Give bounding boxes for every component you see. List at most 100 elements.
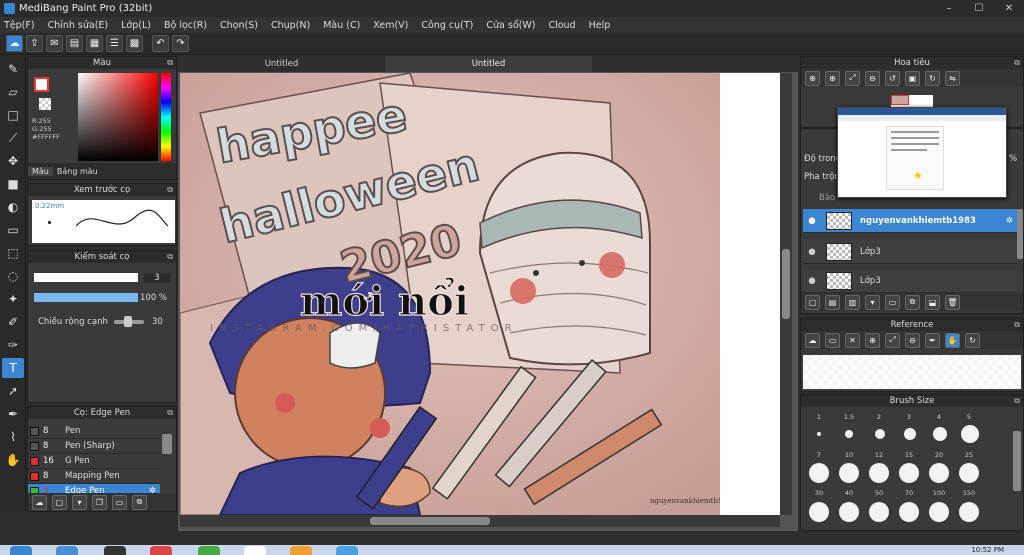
move-tool-icon[interactable]: ✥: [2, 151, 24, 171]
duplicate-layer-icon[interactable]: ⧉: [905, 294, 920, 310]
brush-item[interactable]: 8 Pen (Sharp): [28, 439, 160, 454]
brush-opacity-bar[interactable]: [34, 293, 138, 302]
gradient-tool-icon[interactable]: ▭: [2, 220, 24, 240]
close-reference-icon[interactable]: ✕: [845, 332, 860, 348]
scroll-thumb[interactable]: [782, 249, 790, 319]
document-icon[interactable]: ▤: [66, 35, 83, 52]
panel-expand-icon[interactable]: ⧉: [167, 184, 173, 196]
folder-icon[interactable]: ▭: [112, 494, 127, 510]
layer-row[interactable]: ● Lớp3: [803, 240, 1017, 264]
taskbar-app-icon[interactable]: [150, 546, 172, 555]
new-layer-halftone-icon[interactable]: ▤: [825, 294, 840, 310]
panel-expand-icon[interactable]: ⧉: [167, 251, 173, 263]
maximize-button[interactable]: ☐: [964, 0, 994, 17]
new-brush-icon[interactable]: ▢: [52, 494, 67, 510]
upload-icon[interactable]: ⇪: [26, 35, 43, 52]
panel-icon[interactable]: ▦: [86, 35, 103, 52]
flip-icon[interactable]: ⇋: [945, 70, 960, 86]
hue-slider[interactable]: [161, 73, 171, 161]
select-eraser-icon[interactable]: ✑: [2, 335, 24, 355]
layer-row[interactable]: ● Lớp3: [803, 269, 1017, 293]
close-button[interactable]: ✕: [994, 0, 1024, 17]
line-tool-icon[interactable]: ⟋: [2, 128, 24, 148]
comment-icon[interactable]: ✉: [46, 35, 63, 52]
select-rect-icon[interactable]: ⬚: [2, 243, 24, 263]
brush-item[interactable]: 8 Mapping Pen: [28, 469, 160, 484]
menu-cloud[interactable]: Cloud: [548, 20, 575, 31]
size-dot[interactable]: [817, 432, 821, 436]
tab-document-2[interactable]: Untitled: [385, 56, 592, 72]
size-dot[interactable]: [929, 463, 949, 483]
visibility-icon[interactable]: ●: [806, 276, 818, 286]
menu-select[interactable]: Chọn(S): [220, 20, 258, 31]
foreground-color-swatch[interactable]: [34, 77, 49, 92]
panel-expand-icon[interactable]: ⧉: [1014, 319, 1020, 331]
operation-tool-icon[interactable]: ➚: [2, 381, 24, 401]
dropper-icon[interactable]: ✒: [925, 332, 940, 348]
rotate-left-icon[interactable]: ↺: [885, 70, 900, 86]
taskbar-app-icon[interactable]: [104, 546, 126, 555]
canvas-horizontal-scrollbar[interactable]: [180, 515, 780, 527]
size-dot[interactable]: [933, 427, 947, 441]
size-dot[interactable]: [959, 463, 979, 483]
trash-icon[interactable]: 🗑: [945, 294, 960, 310]
tab-color[interactable]: Màu: [28, 166, 53, 176]
menu-view[interactable]: Xem(V): [373, 20, 408, 31]
menu-color[interactable]: Màu (C): [323, 20, 360, 31]
grid-icon[interactable]: ▩: [126, 35, 143, 52]
zoom-in-icon[interactable]: ⊕: [865, 332, 880, 348]
lasso-tool-icon[interactable]: ◌: [2, 266, 24, 286]
taskbar-app-icon[interactable]: [290, 546, 312, 555]
scroll-thumb[interactable]: [370, 517, 490, 525]
dropper-tool-icon[interactable]: ✒: [2, 404, 24, 424]
hand-tool-icon[interactable]: ✋: [2, 450, 24, 470]
canvas-vertical-scrollbar[interactable]: [780, 73, 792, 515]
zoom-in-icon[interactable]: ⊕: [805, 70, 820, 86]
brush-size-value[interactable]: 3: [144, 273, 170, 283]
size-dot[interactable]: [839, 463, 859, 483]
menu-file[interactable]: Tệp(F): [4, 20, 35, 31]
brush-tool-icon[interactable]: ✎: [2, 59, 24, 79]
zoom-out-icon[interactable]: ⊖: [865, 70, 880, 86]
panel-expand-icon[interactable]: ⧉: [167, 407, 173, 419]
open-folder-icon[interactable]: ▭: [825, 332, 840, 348]
cloud-icon[interactable]: ☁: [6, 35, 23, 52]
new-layer-8bit-icon[interactable]: ▥: [845, 294, 860, 310]
new-layer-icon[interactable]: ▢: [805, 294, 820, 310]
rotate-right-icon[interactable]: ↻: [925, 70, 940, 86]
size-dot[interactable]: [899, 502, 919, 522]
drawing-canvas[interactable]: happee halloween 2020 mới nổi INSTAGRAM.…: [180, 73, 720, 515]
size-dot[interactable]: [899, 463, 919, 483]
taskbar-app-icon[interactable]: [336, 546, 358, 555]
menu-filter[interactable]: Bộ lọc(R): [164, 20, 207, 31]
menu-layer[interactable]: Lớp(L): [121, 20, 151, 31]
taskbar-app-icon[interactable]: [198, 546, 220, 555]
cloud-icon[interactable]: ☁: [805, 332, 820, 348]
reset-view-icon[interactable]: ▣: [905, 70, 920, 86]
menu-window[interactable]: Cửa sổ(W): [486, 20, 535, 31]
edge-width-slider-thumb[interactable]: [124, 316, 132, 327]
reference-canvas[interactable]: [803, 355, 1021, 389]
taskbar-app-icon[interactable]: [56, 546, 78, 555]
size-dot[interactable]: [809, 463, 829, 483]
hand-icon[interactable]: ✋: [945, 332, 960, 348]
list-icon[interactable]: ☰: [106, 35, 123, 52]
size-dot[interactable]: [959, 502, 979, 522]
eraser-tool-icon[interactable]: ▱: [2, 82, 24, 102]
saturation-value-picker[interactable]: [78, 73, 158, 161]
folder-icon[interactable]: ▭: [885, 294, 900, 310]
bucket-tool-icon[interactable]: ◐: [2, 197, 24, 217]
menu-edit[interactable]: Chỉnh sửa(E): [48, 20, 109, 31]
redo-icon[interactable]: ↷: [172, 35, 189, 52]
eyedropper-icon[interactable]: ⌇: [2, 427, 24, 447]
zoom-out-icon[interactable]: ⊖: [905, 332, 920, 348]
size-dot[interactable]: [904, 428, 916, 440]
size-dot[interactable]: [869, 502, 889, 522]
size-dot[interactable]: [929, 502, 949, 522]
size-dot[interactable]: [961, 425, 979, 443]
menu-tools[interactable]: Công cụ(T): [421, 20, 473, 31]
fit-icon[interactable]: ⤢: [885, 332, 900, 348]
tab-palette[interactable]: Bảng màu: [53, 167, 102, 176]
fit-view-icon[interactable]: ⤢: [845, 70, 860, 86]
brush-size-scrollbar[interactable]: [1013, 431, 1021, 491]
